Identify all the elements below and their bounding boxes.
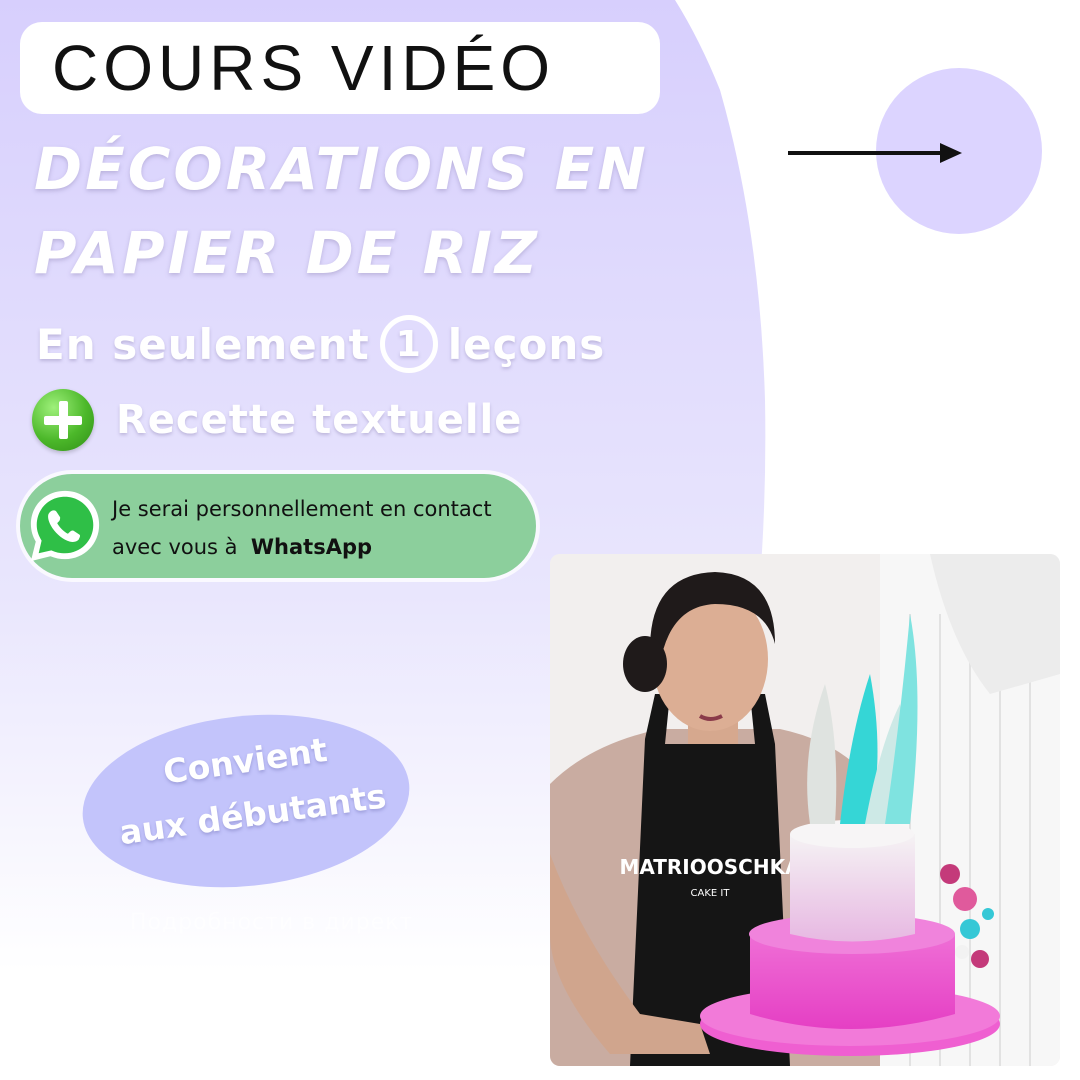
arrow-right-icon[interactable] <box>788 140 968 166</box>
lessons-line: En seulement 1 leçons <box>36 312 605 376</box>
lessons-suffix: leçons <box>447 319 606 369</box>
whatsapp-line-2: avec vous à WhatsApp <box>112 528 492 566</box>
plus-icon <box>32 389 94 451</box>
whatsapp-brand-label: WhatsApp <box>250 535 373 559</box>
whatsapp-icon[interactable] <box>26 486 104 566</box>
whatsapp-text: Je serai personnellement en contact avec… <box>112 490 492 566</box>
headline-line-2: PAPIER DE RIZ <box>34 219 540 287</box>
whatsapp-line-2-prefix: avec vous à <box>112 535 238 559</box>
bonus-label: Recette textuelle <box>116 397 523 443</box>
apron-brand: MATRIOOSCHKA <box>619 855 801 879</box>
lessons-prefix: En seulement <box>36 319 370 369</box>
whatsapp-line-1: Je serai personnellement en contact <box>112 497 492 521</box>
instructor-with-cake-illustration: MATRIOOSCHKA CAKE IT <box>550 554 1060 1066</box>
course-title: COURS VIDÉO <box>52 32 556 104</box>
headline-line-1: DÉCORATIONS EN <box>34 135 649 203</box>
ad-canvas: COURS VIDÉO DÉCORATIONS EN PAPIER DE RIZ… <box>0 0 1080 1080</box>
ghost-caption: Подробности в директ <box>130 910 414 935</box>
apron-sub: CAKE IT <box>691 888 731 899</box>
bonus-recipe: Recette textuelle <box>32 388 522 452</box>
instructor-photo: MATRIOOSCHKA CAKE IT <box>550 554 1060 1066</box>
lesson-count-badge: 1 <box>379 315 438 373</box>
